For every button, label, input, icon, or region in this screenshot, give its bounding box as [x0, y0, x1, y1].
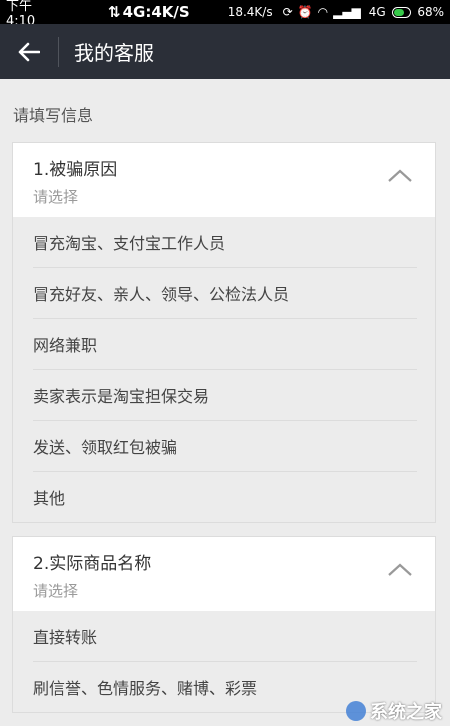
arrow-left-icon	[18, 42, 40, 61]
question-title: 2.实际商品名称	[33, 554, 152, 574]
data-transfer-icon: ⇅	[108, 3, 121, 21]
signal-type: 4G	[368, 5, 386, 19]
app-bar: 我的客服	[0, 24, 450, 79]
question-card-1: 1.被骗原因 请选择 冒充淘宝、支付宝工作人员 冒充好友、亲人、领导、公检法人员…	[12, 142, 436, 523]
option-item[interactable]: 冒充好友、亲人、领导、公检法人员	[33, 268, 417, 319]
option-item[interactable]: 发送、领取红包被骗	[33, 421, 417, 472]
option-list-1: 冒充淘宝、支付宝工作人员 冒充好友、亲人、领导、公检法人员 网络兼职 卖家表示是…	[13, 217, 435, 522]
status-icons: ⟳ ⏰ ◠ ▂▄▆	[283, 5, 361, 19]
network-speed: 18.4K/s	[227, 5, 273, 19]
battery-icon	[391, 6, 412, 18]
option-item[interactable]: 卖家表示是淘宝担保交易	[33, 370, 417, 421]
question-header-2[interactable]: 2.实际商品名称 请选择	[13, 537, 435, 611]
option-item[interactable]: 冒充淘宝、支付宝工作人员	[33, 217, 417, 268]
divider	[58, 36, 59, 67]
battery-fill	[393, 8, 405, 16]
question-hint: 请选择	[33, 188, 79, 206]
question-hint: 请选择	[33, 582, 79, 600]
option-item[interactable]: 直接转账	[33, 611, 417, 662]
signal-icon: ▂▄▆	[333, 5, 361, 19]
option-item[interactable]: 其他	[33, 472, 417, 522]
sync-icon: ⟳	[282, 5, 293, 19]
back-button[interactable]	[0, 24, 58, 79]
status-bar: 下午4:10 ⇅ 4G:4K/S 18.4K/s ⟳ ⏰ ◠ ▂▄▆ 4G 68…	[0, 0, 450, 29]
section-label: 请填写信息	[13, 106, 94, 125]
watermark: 系统之家	[346, 698, 442, 724]
chevron-up-icon[interactable]	[387, 563, 413, 577]
alarm-icon: ⏰	[297, 5, 313, 19]
question-title: 1.被骗原因	[33, 160, 118, 180]
question-card-2: 2.实际商品名称 请选择 直接转账 刷信誉、色情服务、赌博、彩票	[12, 536, 436, 713]
option-item[interactable]: 网络兼职	[33, 319, 417, 370]
watermark-text: 系统之家	[370, 702, 442, 723]
network-indicator: ⇅ 4G:4K/S	[108, 3, 190, 21]
battery-percent: 68%	[417, 5, 444, 19]
watermark-logo	[346, 701, 366, 721]
wifi-icon: ◠	[317, 5, 329, 19]
network-text: 4G:4K/S	[122, 3, 190, 21]
page-title: 我的客服	[74, 41, 154, 65]
option-list-2: 直接转账 刷信誉、色情服务、赌博、彩票	[13, 611, 435, 712]
chevron-up-icon[interactable]	[387, 169, 413, 183]
question-header-1[interactable]: 1.被骗原因 请选择	[13, 143, 435, 217]
